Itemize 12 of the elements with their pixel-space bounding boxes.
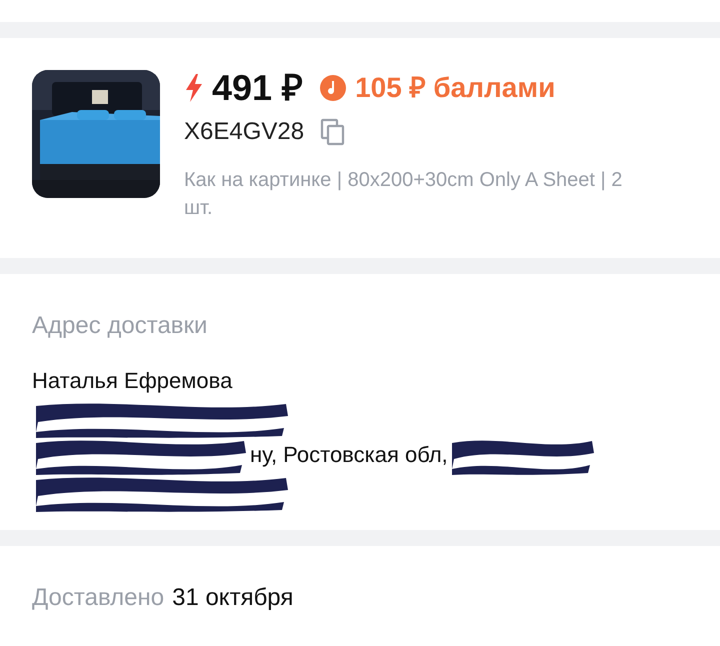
- section-title: Адрес доставки: [32, 311, 208, 341]
- recipient-name: Наталья Ефремова: [32, 367, 234, 395]
- price: 491 ₽: [212, 70, 304, 106]
- order-code: X6E4GV28: [184, 117, 304, 147]
- lightning-icon: [184, 74, 204, 102]
- coin-icon: [319, 74, 348, 102]
- bonus-points: 105 ₽ баллами: [355, 74, 556, 102]
- copy-icon[interactable]: [320, 118, 346, 146]
- delivery-date: 31 октября: [172, 584, 294, 611]
- address-text: ну, Ростовская обл,: [250, 441, 448, 469]
- delivery-label: Доставлено: [32, 584, 164, 611]
- product-description: Как на картинке | 80x200+30cm Only A Sheet | 2 шт.: [184, 168, 624, 221]
